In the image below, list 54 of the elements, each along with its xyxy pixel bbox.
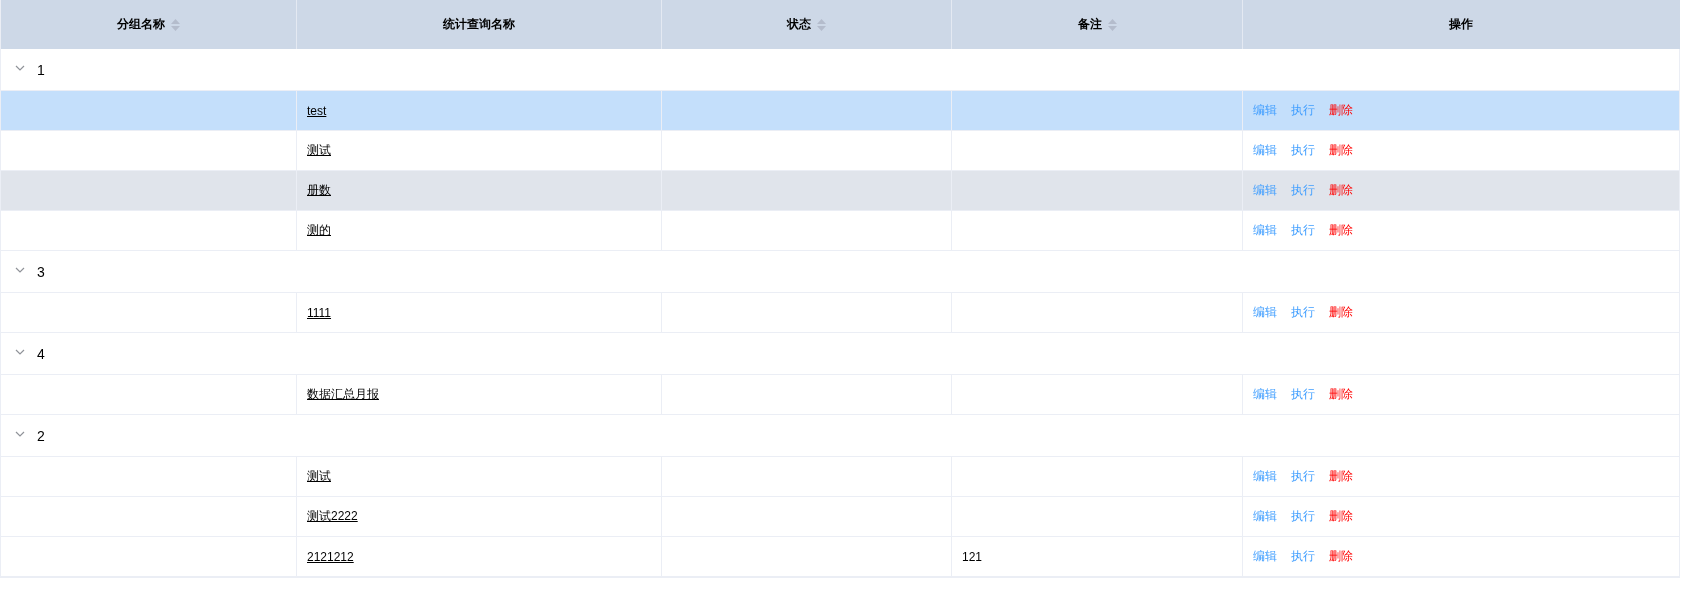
delete-link[interactable]: 删除 (1329, 508, 1353, 525)
query-name-link[interactable]: 测试 (307, 142, 331, 159)
table-row[interactable]: 1111 编辑 执行 删除 (1, 293, 1680, 333)
column-header: 分组名称 (117, 16, 165, 33)
edit-link[interactable]: 编辑 (1253, 468, 1277, 485)
edit-link[interactable]: 编辑 (1253, 182, 1277, 199)
table-row[interactable]: 数据汇总月报 编辑 执行 删除 (1, 375, 1680, 415)
run-link[interactable]: 执行 (1291, 102, 1315, 119)
edit-link[interactable]: 编辑 (1253, 102, 1277, 119)
column-header: 统计查询名称 (443, 16, 515, 33)
run-link[interactable]: 执行 (1291, 304, 1315, 321)
run-link[interactable]: 执行 (1291, 386, 1315, 403)
query-name-link[interactable]: 1111 (307, 305, 332, 320)
run-link[interactable]: 执行 (1291, 548, 1315, 565)
table-row[interactable]: 2121212 121 编辑 执行 删除 (1, 537, 1680, 577)
query-name-link[interactable]: 册数 (307, 182, 331, 199)
column-header: 备注 (1077, 16, 1102, 33)
query-name-link[interactable]: 测试 (307, 468, 331, 485)
run-link[interactable]: 执行 (1291, 142, 1315, 159)
table-row[interactable]: test 编辑 执行 删除 (1, 91, 1680, 131)
group-label: 2 (37, 427, 45, 444)
remark-text: 121 (962, 549, 983, 564)
table-row[interactable]: 册数 编辑 执行 删除 (1, 171, 1680, 211)
group-label: 3 (37, 263, 45, 280)
edit-link[interactable]: 编辑 (1253, 386, 1277, 403)
run-link[interactable]: 执行 (1291, 222, 1315, 239)
table-row[interactable]: 测试 编辑 执行 删除 (1, 457, 1680, 497)
run-link[interactable]: 执行 (1291, 468, 1315, 485)
delete-link[interactable]: 删除 (1329, 222, 1353, 239)
group-label: 4 (37, 345, 45, 362)
run-link[interactable]: 执行 (1291, 182, 1315, 199)
column-header: 操作 (1449, 16, 1473, 33)
table-row[interactable]: 测试2222 编辑 执行 删除 (1, 497, 1680, 537)
query-name-link[interactable]: 测的 (307, 222, 331, 239)
query-name-link[interactable]: 2121212 (307, 549, 354, 564)
query-name-link[interactable]: test (307, 103, 327, 118)
group-label: 1 (37, 61, 45, 78)
edit-link[interactable]: 编辑 (1253, 222, 1277, 239)
edit-link[interactable]: 编辑 (1253, 508, 1277, 525)
delete-link[interactable]: 删除 (1329, 468, 1353, 485)
query-name-link[interactable]: 数据汇总月报 (307, 386, 379, 403)
query-name-link[interactable]: 测试2222 (307, 508, 358, 525)
edit-link[interactable]: 编辑 (1253, 304, 1277, 321)
delete-link[interactable]: 删除 (1329, 102, 1353, 119)
delete-link[interactable]: 删除 (1329, 386, 1353, 403)
edit-link[interactable]: 编辑 (1253, 142, 1277, 159)
table-row[interactable]: 测的 编辑 执行 删除 (1, 211, 1680, 251)
delete-link[interactable]: 删除 (1329, 182, 1353, 199)
edit-link[interactable]: 编辑 (1253, 548, 1277, 565)
delete-link[interactable]: 删除 (1329, 142, 1353, 159)
delete-link[interactable]: 删除 (1329, 548, 1353, 565)
column-header: 状态 (787, 16, 811, 33)
delete-link[interactable]: 删除 (1329, 304, 1353, 321)
run-link[interactable]: 执行 (1291, 508, 1315, 525)
